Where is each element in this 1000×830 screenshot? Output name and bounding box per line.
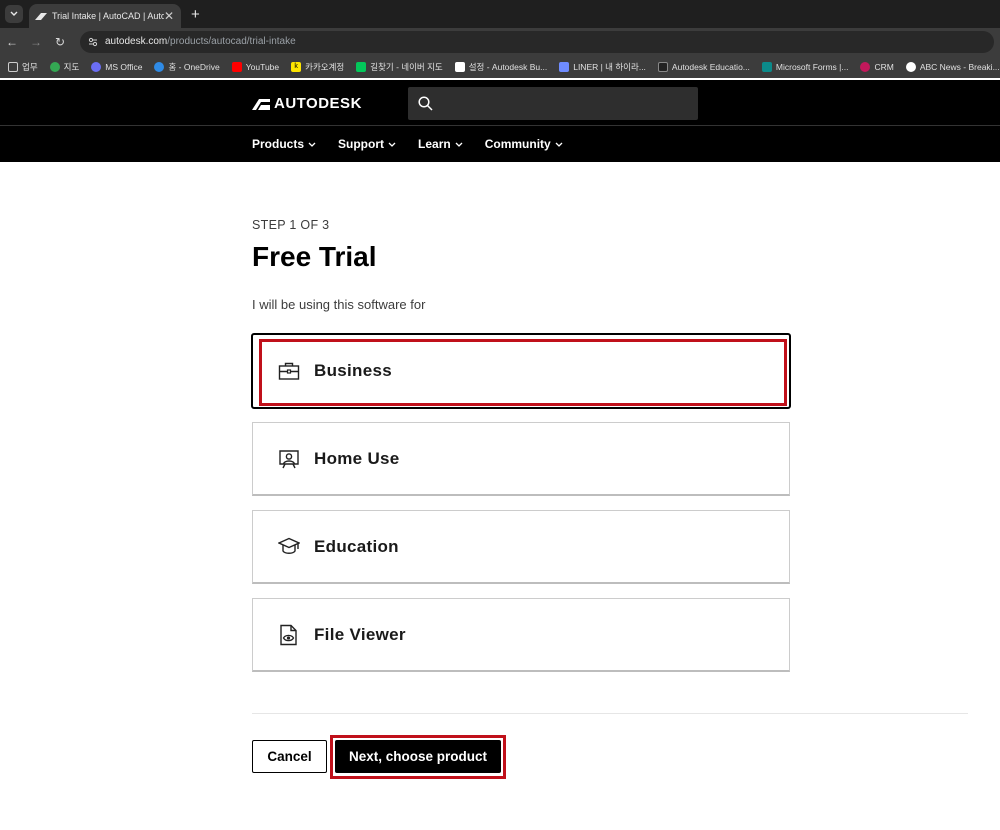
back-button[interactable]: ← — [0, 35, 24, 49]
bookmark-item[interactable]: Autodesk Educatio... — [657, 61, 750, 72]
map-pin-icon — [49, 61, 60, 72]
nav-learn[interactable]: Learn — [418, 137, 463, 151]
usage-question: I will be using this software for — [252, 297, 426, 312]
autodesk-icon — [657, 61, 668, 72]
option-education[interactable]: Education — [252, 510, 790, 584]
folder-icon — [8, 61, 18, 72]
nav-products[interactable]: Products — [252, 137, 316, 151]
ms-office-icon — [91, 61, 102, 72]
site-info-icon[interactable] — [88, 37, 98, 47]
autodesk-logo-icon — [252, 98, 270, 110]
chevron-down-icon — [308, 142, 316, 147]
bookmark-item[interactable]: 길찾기 - 네이버 지도 — [356, 61, 443, 73]
option-label: File Viewer — [314, 624, 406, 644]
search-icon — [418, 96, 433, 111]
autodesk-favicon-icon — [35, 13, 47, 20]
search-input[interactable] — [441, 96, 681, 111]
ms-forms-icon — [761, 61, 772, 72]
option-home-use[interactable]: Home Use — [252, 422, 790, 496]
crm-icon — [860, 61, 871, 72]
page-title: Free Trial — [252, 241, 377, 272]
kakao-icon: k — [291, 61, 302, 72]
liner-icon — [559, 61, 570, 72]
address-bar: ← → ↻ autodesk.com/products/autocad/tria… — [0, 28, 1000, 55]
onedrive-icon — [154, 61, 165, 72]
autodesk-logo[interactable]: AUTODESK — [252, 95, 362, 112]
option-label: Business — [314, 361, 392, 380]
bookmark-item[interactable]: CRM — [860, 61, 894, 72]
site-nav: Products Support Learn Community — [0, 126, 1000, 162]
url-field[interactable]: autodesk.com/products/autocad/trial-inta… — [80, 30, 994, 53]
option-label: Education — [314, 536, 399, 556]
chevron-down-icon — [10, 11, 18, 16]
chevron-down-icon — [455, 142, 463, 147]
bookmark-item[interactable]: LINER | 내 하이라... — [559, 61, 646, 73]
tab-close-icon[interactable]: ✕ — [164, 9, 174, 23]
graduation-cap-icon — [278, 537, 300, 554]
divider — [252, 713, 968, 714]
home-user-icon — [279, 449, 299, 468]
abc-news-icon — [905, 61, 916, 72]
tab-title: Trial Intake | AutoCAD | Autodesk — [52, 11, 164, 21]
next-choose-product-button[interactable]: Next, choose product — [335, 740, 501, 773]
option-business[interactable]: Business — [251, 333, 791, 409]
new-tab-button[interactable]: + — [191, 6, 200, 23]
nav-support[interactable]: Support — [338, 137, 396, 151]
autodesk-icon — [454, 61, 465, 72]
reload-button[interactable]: ↻ — [48, 35, 72, 49]
site-header: AUTODESK — [0, 80, 1000, 126]
bookmark-folder[interactable]: 업무 — [8, 61, 38, 73]
tab-list-button[interactable] — [5, 5, 23, 23]
bookmark-item[interactable]: YouTube — [231, 61, 279, 72]
nav-community[interactable]: Community — [485, 137, 563, 151]
bookmark-item[interactable]: k 카카오계정 — [291, 61, 344, 73]
search-box[interactable] — [408, 87, 698, 120]
file-view-icon — [280, 624, 297, 645]
chevron-down-icon — [555, 142, 563, 147]
bookmark-item[interactable]: 설정 - Autodesk Bu... — [454, 61, 547, 73]
option-file-viewer[interactable]: File Viewer — [252, 598, 790, 672]
briefcase-icon — [278, 362, 300, 380]
bookmark-item[interactable]: 홈 - OneDrive — [154, 61, 220, 73]
browser-tab-bar: Trial Intake | AutoCAD | Autodesk ✕ + — [0, 0, 1000, 28]
bookmarks-bar: 업무 지도 MS Office 홈 - OneDrive YouTube k 카카… — [0, 55, 1000, 78]
logo-text: AUTODESK — [274, 95, 362, 112]
browser-tab[interactable]: Trial Intake | AutoCAD | Autodesk ✕ — [29, 4, 181, 28]
step-indicator: STEP 1 OF 3 — [252, 218, 330, 232]
forward-button[interactable]: → — [24, 35, 48, 49]
url-path: /products/autocad/trial-intake — [167, 36, 296, 47]
youtube-icon — [231, 61, 242, 72]
bookmark-item[interactable]: MS Office — [91, 61, 142, 72]
bookmark-item[interactable]: 지도 — [49, 61, 79, 73]
cancel-button[interactable]: Cancel — [252, 740, 327, 773]
bookmark-item[interactable]: Microsoft Forms |... — [761, 61, 848, 72]
chevron-down-icon — [388, 142, 396, 147]
naver-map-icon — [356, 61, 367, 72]
url-host: autodesk.com — [105, 36, 168, 47]
option-label: Home Use — [314, 448, 400, 468]
bookmark-item[interactable]: ABC News - Breaki... — [905, 61, 1000, 72]
